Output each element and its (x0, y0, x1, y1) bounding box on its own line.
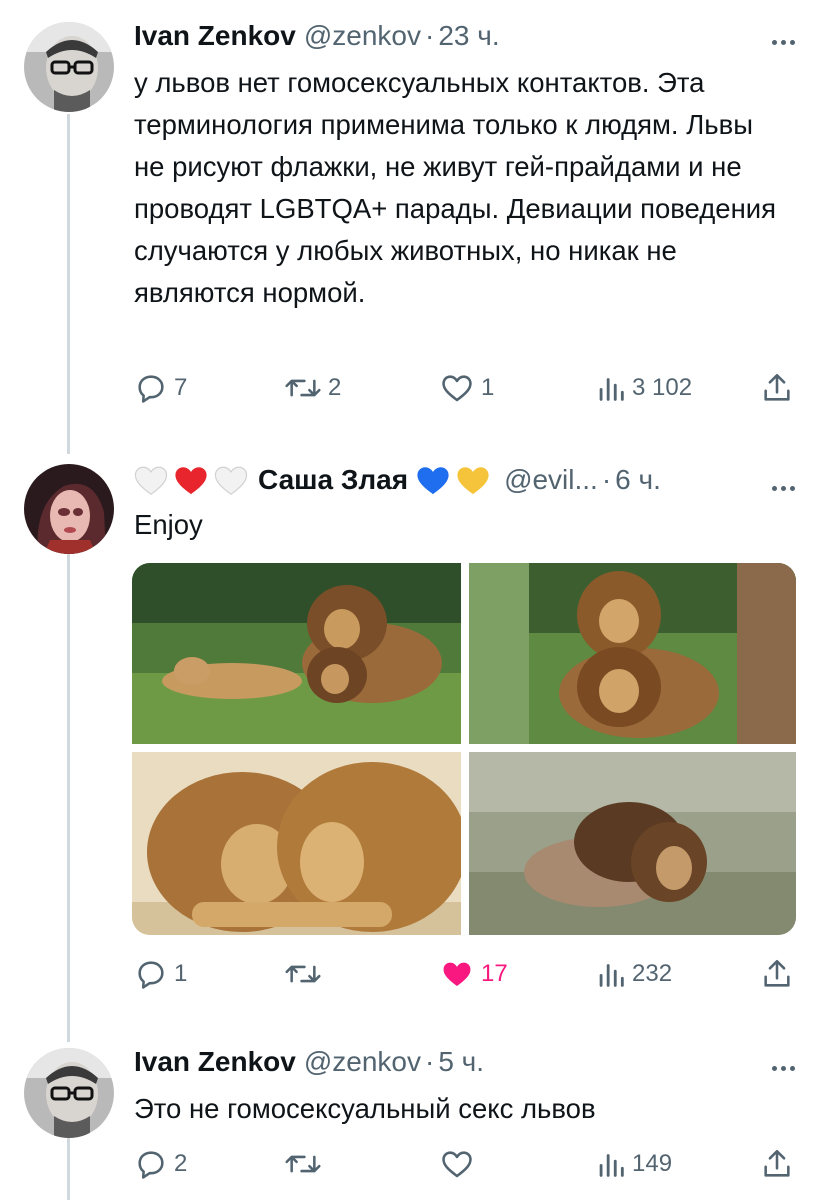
tweet-actions: 2 149 (134, 1144, 794, 1184)
lion-photo-2[interactable] (469, 563, 796, 744)
blue-heart-icon (417, 467, 449, 495)
like-button[interactable]: 17 (439, 954, 508, 994)
reply-button[interactable]: 2 (134, 1144, 187, 1184)
retweet-button[interactable] (284, 1144, 328, 1184)
author-handle[interactable]: @evil... (504, 464, 598, 496)
reply-icon (138, 375, 164, 403)
timestamp[interactable]: 6 ч. (615, 464, 661, 496)
white-heart-icon (214, 466, 248, 495)
avatar[interactable] (24, 22, 114, 112)
views-button[interactable]: 149 (596, 1144, 672, 1184)
retweet-button[interactable] (284, 954, 328, 994)
timestamp[interactable]: 5 ч. (438, 1046, 484, 1078)
separator: · (601, 464, 612, 495)
like-icon (442, 375, 472, 402)
avatar[interactable] (24, 1048, 114, 1138)
more-icon[interactable] (768, 32, 795, 50)
lion-photo-1[interactable] (132, 563, 461, 744)
retweet-icon (285, 965, 321, 983)
more-icon[interactable] (768, 1058, 795, 1076)
views-icon (599, 378, 624, 401)
retweet-button[interactable]: 2 (284, 368, 341, 408)
tweet-header: Ivan Zenkov @zenkov · 5 ч. (134, 1044, 484, 1080)
tweet-actions: 1 17 232 (134, 954, 794, 994)
views-icon (599, 964, 624, 987)
reply-count: 7 (174, 374, 188, 401)
like-button[interactable]: 1 (439, 368, 494, 408)
tweet-text: Enjoy (134, 509, 203, 540)
reply-button[interactable]: 1 (134, 954, 187, 994)
author-name[interactable]: Ivan Zenkov (134, 20, 296, 52)
reply-icon (138, 961, 164, 989)
retweet-count: 2 (328, 374, 342, 401)
tweet[interactable]: Ivan Zenkov @zenkov · 5 ч. Это не гомосе… (0, 1040, 823, 1200)
lion-photo-3[interactable] (132, 752, 461, 935)
author-name[interactable]: Ivan Zenkov (134, 1046, 296, 1078)
like-count: 1 (481, 374, 495, 401)
tweet-header: Ivan Zenkov @zenkov · 23 ч. (134, 18, 500, 54)
views-count: 3 102 (632, 374, 693, 401)
like-icon (442, 1151, 472, 1178)
lion-photo-4[interactable] (469, 752, 796, 935)
timestamp[interactable]: 23 ч. (438, 20, 499, 52)
retweet-icon (285, 1155, 321, 1173)
share-icon (764, 959, 790, 987)
author-handle[interactable]: @zenkov (304, 20, 421, 52)
media-grid (132, 563, 796, 935)
views-icon (599, 1154, 624, 1177)
share-icon (764, 1149, 790, 1177)
share-icon (764, 373, 790, 401)
tweet-text: у львов нет гомосексуальных контактов. Э… (134, 67, 777, 308)
like-filled-icon (443, 962, 471, 987)
retweet-icon (285, 379, 321, 397)
author-handle[interactable]: @zenkov (304, 1046, 421, 1078)
share-button[interactable] (760, 368, 794, 408)
tweet-header: Саша Злая @evil... · 6 ч. (134, 462, 661, 498)
author-name[interactable]: Саша Злая (258, 464, 408, 496)
white-heart-icon (134, 466, 168, 495)
more-icon[interactable] (768, 478, 795, 496)
reply-icon (138, 1151, 164, 1179)
views-count: 149 (632, 1150, 673, 1177)
tweet[interactable]: Саша Злая @evil... · 6 ч. Enjoy 1 17 232 (0, 440, 823, 1040)
reply-count: 1 (174, 960, 188, 987)
red-heart-icon (175, 467, 207, 495)
tweet[interactable]: Ivan Zenkov @zenkov · 23 ч. у львов нет … (0, 0, 823, 440)
reply-count: 2 (174, 1150, 188, 1177)
avatar[interactable] (24, 464, 114, 554)
separator: · (424, 1046, 435, 1077)
yellow-heart-icon (457, 467, 489, 495)
views-count: 232 (632, 960, 673, 987)
share-button[interactable] (760, 954, 794, 994)
like-button[interactable] (439, 1144, 481, 1184)
share-button[interactable] (760, 1144, 794, 1184)
views-button[interactable]: 3 102 (596, 368, 692, 408)
separator: · (424, 20, 435, 51)
tweet-text: Это не гомосексуальный секс львов (134, 1093, 596, 1124)
reply-button[interactable]: 7 (134, 368, 187, 408)
views-button[interactable]: 232 (596, 954, 672, 994)
tweet-actions: 7 2 1 3 102 (134, 368, 794, 408)
like-count: 17 (481, 960, 508, 987)
